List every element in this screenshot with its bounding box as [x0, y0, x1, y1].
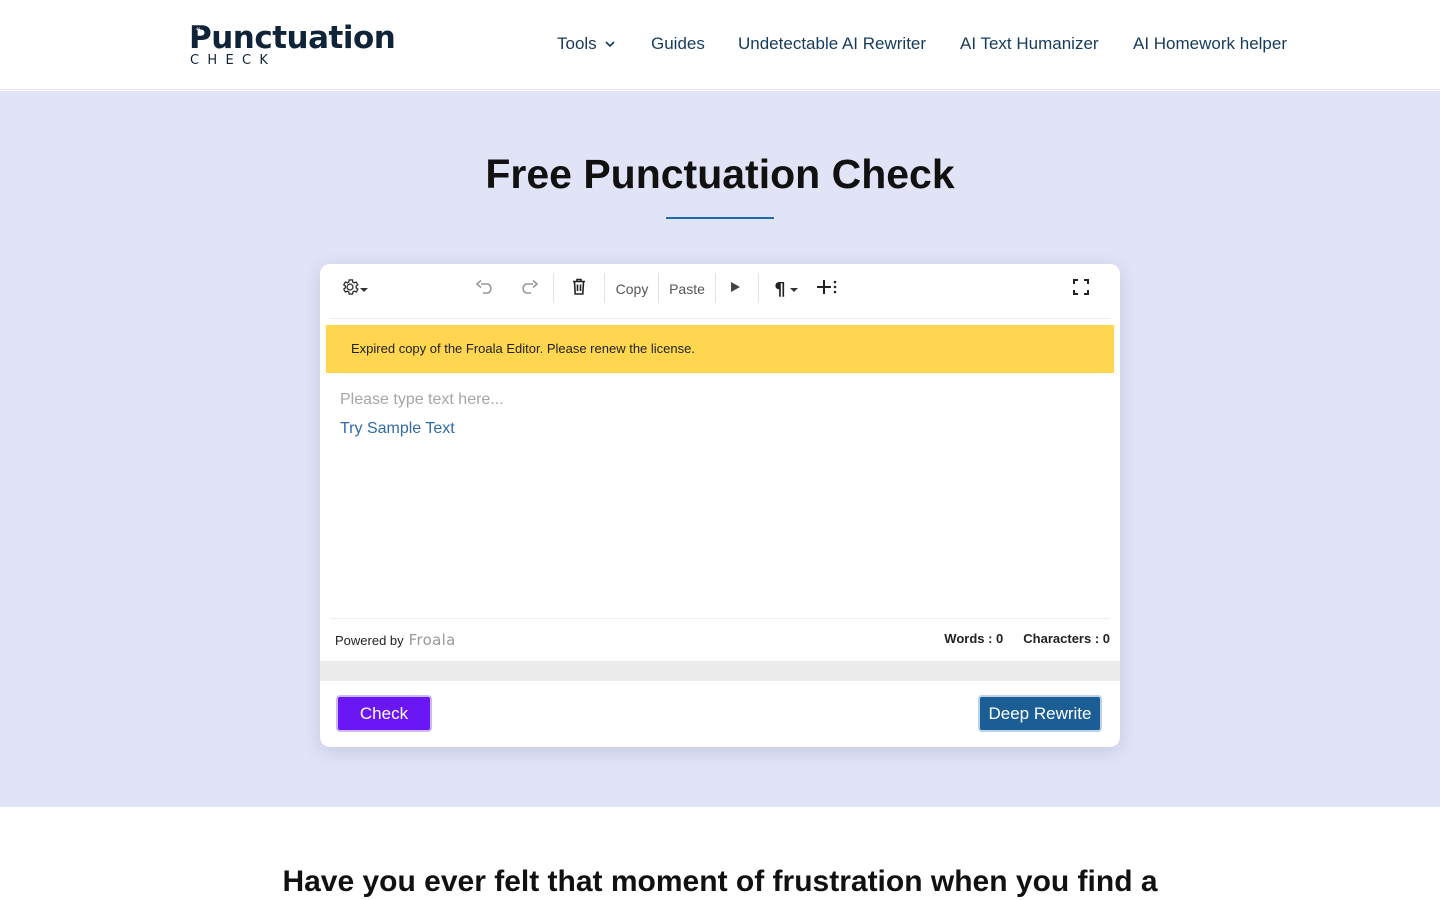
editor-counters: Words : 0 Characters : 0 [944, 631, 1110, 646]
caret-down-icon [789, 280, 798, 298]
powered-by-label: Powered by [335, 633, 404, 648]
powered-by: Powered by Froala [335, 631, 456, 649]
editor-resize-bar [320, 661, 1120, 681]
toolbar-separator [553, 273, 554, 303]
copy-button[interactable]: Copy [610, 274, 654, 304]
check-button[interactable]: Check [336, 695, 432, 732]
settings-dropdown[interactable] [336, 274, 372, 304]
logo-subtitle: CHECK [190, 53, 277, 68]
redo-button[interactable] [512, 274, 544, 304]
license-notice: Expired copy of the Froala Editor. Pleas… [326, 325, 1114, 373]
toolbar-separator [658, 273, 659, 303]
toolbar-separator [604, 273, 605, 303]
editor-placeholder: Please type text here... [340, 391, 504, 408]
word-count: Words : 0 [944, 631, 1004, 646]
gear-icon [340, 277, 360, 302]
play-icon [729, 280, 741, 298]
toolbar-divider [330, 318, 1110, 319]
trash-icon [572, 278, 586, 300]
editor-footer-divider [330, 618, 1110, 619]
clear-button[interactable] [563, 274, 595, 304]
undo-button[interactable] [470, 274, 502, 304]
editor-card: Copy Paste ¶ Expired copy of the Froala … [320, 264, 1120, 747]
title-underline [666, 217, 774, 219]
insert-more-button[interactable] [812, 274, 842, 304]
site-header: Punctuation “ CHECK Tools Guides Undetec… [0, 0, 1440, 90]
redo-icon [518, 279, 539, 299]
paragraph-format-dropdown[interactable]: ¶ [768, 274, 804, 304]
paragraph-icon: ¶ [774, 278, 786, 300]
content-heading: Have you ever felt that moment of frustr… [282, 865, 1158, 898]
undo-icon [475, 279, 496, 299]
fullscreen-button[interactable] [1066, 274, 1096, 304]
fullscreen-icon [1073, 278, 1089, 300]
character-count: Characters : 0 [1023, 631, 1110, 646]
insert-more-icon [816, 279, 838, 300]
nav-tools-label: Tools [557, 34, 597, 53]
editor-toolbar: Copy Paste ¶ [320, 264, 1120, 314]
deep-rewrite-button[interactable]: Deep Rewrite [978, 695, 1102, 732]
counter-spacer [1003, 631, 1023, 646]
toolbar-separator [715, 273, 716, 303]
nav-ai-homework-helper[interactable]: AI Homework helper [1133, 33, 1287, 55]
site-logo[interactable]: Punctuation “ CHECK [189, 20, 396, 70]
froala-logo[interactable]: Froala [409, 631, 456, 649]
chevron-down-icon [605, 32, 615, 54]
page-title: Free Punctuation Check [485, 151, 955, 197]
text-editor[interactable]: Please type text here... Try Sample Text [320, 373, 1120, 618]
nav-ai-text-humanizer[interactable]: AI Text Humanizer [960, 33, 1099, 55]
play-button[interactable] [720, 274, 750, 304]
caret-down-icon [360, 280, 368, 298]
paste-button[interactable]: Paste [663, 274, 711, 304]
nav-guides[interactable]: Guides [651, 33, 705, 55]
logo-wordmark: Punctuation [189, 20, 396, 56]
try-sample-text-link[interactable]: Try Sample Text [340, 420, 455, 438]
nav-tools[interactable]: Tools [557, 33, 615, 56]
logo-quote-icon: “ [196, 26, 201, 36]
toolbar-separator [758, 273, 759, 303]
nav-undetectable-ai-rewriter[interactable]: Undetectable AI Rewriter [738, 33, 926, 55]
hero-section: Free Punctuation Check Copy Paste ¶ Expi… [0, 91, 1440, 807]
